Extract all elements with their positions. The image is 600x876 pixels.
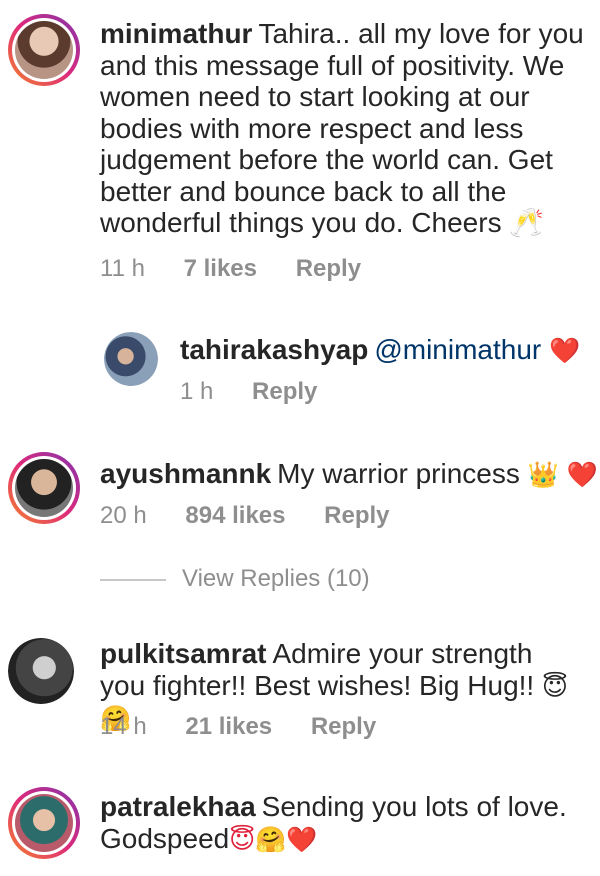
comment-body: My warrior princess	[277, 458, 520, 489]
username-link[interactable]: tahirakashyap	[180, 334, 368, 365]
username-link[interactable]: minimathur	[100, 18, 252, 49]
avatar[interactable]	[8, 452, 80, 524]
comment-text: patralekhaa Sending you lots of love. God…	[100, 791, 580, 855]
comment-meta: 20 h 894 likes Reply	[100, 502, 422, 530]
comment-body: Tahira.. all my love for you and this me…	[100, 18, 584, 238]
timestamp: 1 h	[180, 378, 214, 405]
comment-text: minimathur Tahira.. all my love for you a…	[100, 18, 590, 239]
username-link[interactable]: ayushmannk	[100, 458, 271, 489]
avatar[interactable]	[8, 787, 80, 859]
comment-meta: 1 h Reply	[180, 378, 349, 406]
mention-link[interactable]: @minimathur	[374, 334, 541, 365]
likes-count[interactable]: 894 likes	[185, 502, 285, 529]
view-replies-label: View Replies (10)	[182, 565, 370, 592]
comment-meta: 14 h 21 likes Reply	[100, 713, 408, 741]
timestamp: 14 h	[100, 713, 147, 740]
heart-emoji: ❤️	[549, 336, 581, 365]
avatar[interactable]	[104, 332, 158, 386]
reply-button[interactable]: Reply	[311, 713, 376, 740]
timestamp: 20 h	[100, 502, 147, 529]
reply-button[interactable]: Reply	[324, 502, 389, 529]
view-replies-button[interactable]: View Replies (10)	[100, 565, 370, 593]
likes-count[interactable]: 21 likes	[185, 713, 272, 740]
avatar[interactable]	[8, 638, 74, 704]
reply-button[interactable]: Reply	[252, 378, 317, 405]
username-link[interactable]: pulkitsamrat	[100, 638, 267, 669]
crown-heart-emoji: 👑 ❤️	[527, 460, 598, 489]
comment-meta: 11 h 7 likes Reply	[100, 255, 393, 283]
emoji-group: 😇🤗❤️	[229, 824, 318, 854]
timestamp: 11 h	[100, 255, 145, 282]
likes-count[interactable]: 7 likes	[184, 255, 257, 282]
avatar[interactable]	[8, 14, 80, 86]
reply-button[interactable]: Reply	[296, 255, 361, 282]
comment-text: ayushmannk My warrior princess 👑 ❤️	[100, 458, 598, 491]
reply-text: tahirakashyap @minimathur ❤️	[180, 334, 580, 367]
username-link[interactable]: patralekhaa	[100, 791, 256, 822]
divider-line	[100, 578, 166, 581]
